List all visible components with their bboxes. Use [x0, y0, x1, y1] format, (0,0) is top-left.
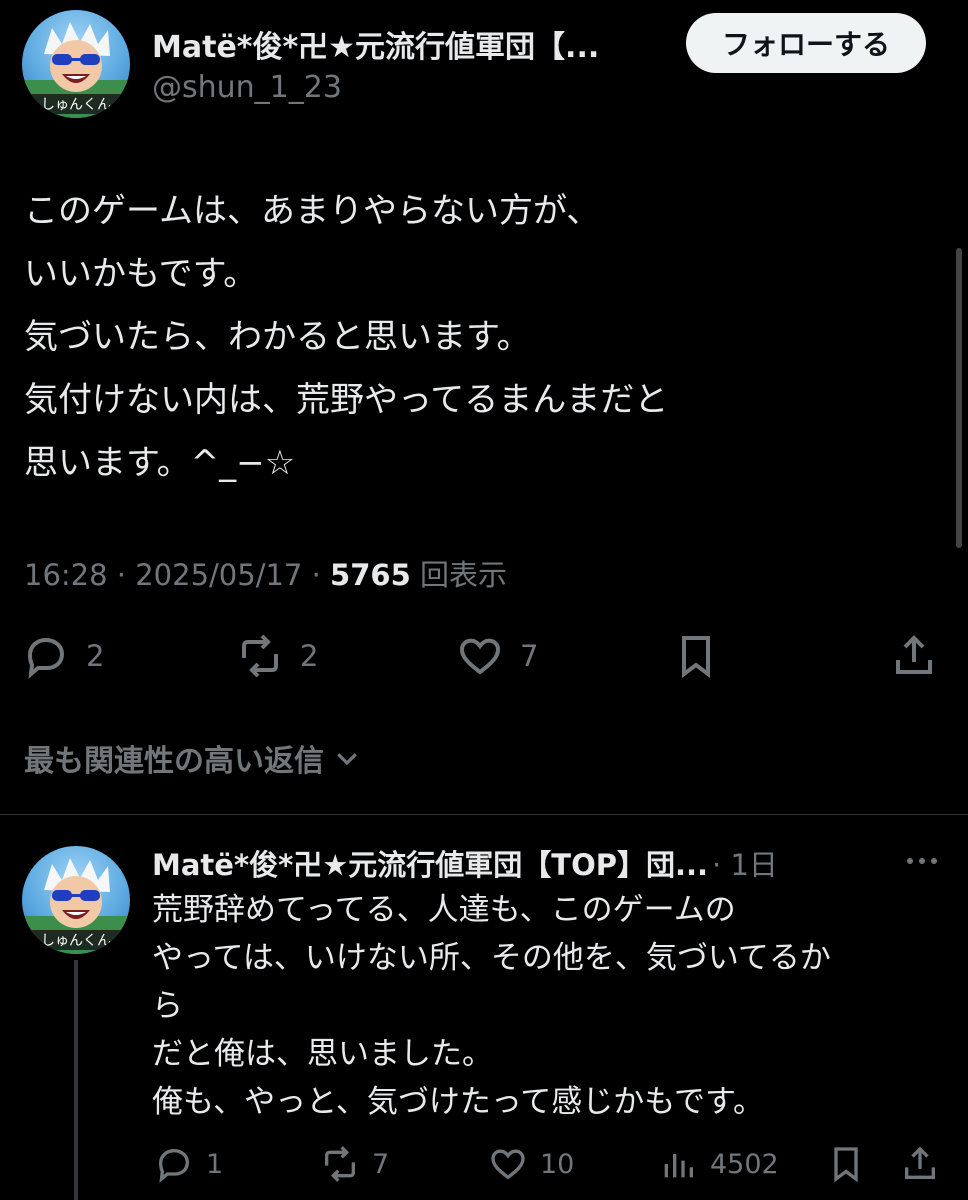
reply-line: だと俺は、思いました。 — [152, 1036, 493, 1072]
reply-icon — [158, 1148, 190, 1184]
bookmark-button[interactable] — [672, 632, 720, 680]
post-line: 気付けない内は、荒野やってるまんまだと — [24, 380, 669, 420]
chevron-down-icon — [337, 753, 357, 766]
reply-views-button[interactable]: 4502 — [658, 1144, 779, 1184]
bookmark-icon — [834, 1147, 858, 1183]
post-actions: 2 2 7 — [0, 624, 968, 688]
share-icon — [905, 1146, 935, 1179]
repost-icon — [325, 1146, 355, 1182]
scrollbar[interactable] — [956, 248, 962, 548]
views-count: 5765 — [330, 558, 411, 592]
post-text: このゲームは、あまりやらない方が、 いいかもです。 気づいたら、わかると思います… — [24, 180, 934, 495]
avatar-caption: しゅんくん — [41, 97, 111, 113]
divider — [0, 814, 968, 815]
author-name[interactable]: Matë*俊*卍★元流行値軍団【... — [152, 22, 599, 66]
reply-line: 荒野辞めてってる、人達も、このゲームの — [152, 892, 736, 928]
reply-bookmark-button[interactable] — [826, 1144, 866, 1184]
replies-sort-label: 最も関連性の高い返信 — [24, 744, 324, 779]
reply-line: やっては、いけない所、その他を、気づいてるか — [152, 940, 831, 976]
reply-reply-button[interactable]: 1 — [154, 1144, 223, 1184]
reply-text: 荒野辞めてってる、人達も、このゲームの やっては、いけない所、その他を、気づいて… — [152, 886, 942, 1126]
reply-views-count: 4502 — [710, 1148, 779, 1180]
author-avatar[interactable]: しゅんくん — [22, 10, 130, 118]
post-line: いいかもです。 — [24, 254, 258, 294]
reply-share-button[interactable] — [900, 1144, 940, 1184]
reply-like-button[interactable]: 10 — [488, 1144, 574, 1184]
more-icon[interactable] — [902, 846, 942, 876]
post-line: 思います。^_−☆ — [24, 443, 296, 483]
post-line: このゲームは、あまりやらない方が、 — [24, 191, 601, 231]
reply-reply-count: 1 — [206, 1148, 224, 1180]
reply-line: 俺も、やっと、気づけたって感じかもです。 — [152, 1084, 764, 1120]
bookmark-icon — [682, 636, 710, 678]
follow-button[interactable]: フォローする — [686, 13, 926, 73]
avatar-caption: しゅんくん — [41, 933, 111, 949]
repost-icon — [242, 634, 278, 678]
reply-actions: 1 7 10 4502 — [0, 1140, 968, 1190]
reply-author-avatar[interactable]: しゅんくん — [22, 846, 130, 954]
repost-button[interactable]: 2 — [236, 632, 318, 680]
post-line: 気づいたら、わかると思います。 — [24, 317, 531, 357]
reply-author-name[interactable]: Matë*俊*卍★元流行値軍団【TOP】団... — [152, 842, 708, 884]
views-label: 回表示 — [419, 558, 507, 592]
like-count: 7 — [520, 639, 539, 673]
heart-icon — [491, 1149, 525, 1180]
reply-icon — [27, 637, 65, 679]
reply-repost-count: 7 — [372, 1148, 390, 1180]
like-button[interactable]: 7 — [456, 632, 538, 680]
post-date: 2025/05/17 — [135, 558, 303, 592]
reply-button[interactable]: 2 — [22, 632, 104, 680]
post-meta: 16:28 · 2025/05/17 · 5765 回表示 — [24, 552, 507, 594]
reply-line: ら — [152, 988, 183, 1024]
post-time: 16:28 — [24, 558, 108, 592]
reply-repost-button[interactable]: 7 — [320, 1144, 389, 1184]
replies-sort-dropdown[interactable]: 最も関連性の高い返信 — [24, 736, 362, 780]
reply-count: 2 — [86, 639, 105, 673]
share-icon — [896, 635, 932, 674]
reply-header: Matë*俊*卍★元流行値軍団【TOP】団... · 1日 — [152, 842, 778, 884]
views-icon — [664, 1154, 693, 1178]
repost-count: 2 — [300, 639, 319, 673]
reply-time[interactable]: · 1日 — [712, 842, 778, 884]
share-button[interactable] — [890, 632, 938, 680]
meta-separator: · — [116, 558, 136, 592]
reply-like-count: 10 — [540, 1148, 575, 1180]
heart-icon — [459, 638, 501, 675]
meta-separator: · — [311, 558, 331, 592]
author-handle[interactable]: @shun_1_23 — [152, 70, 342, 105]
